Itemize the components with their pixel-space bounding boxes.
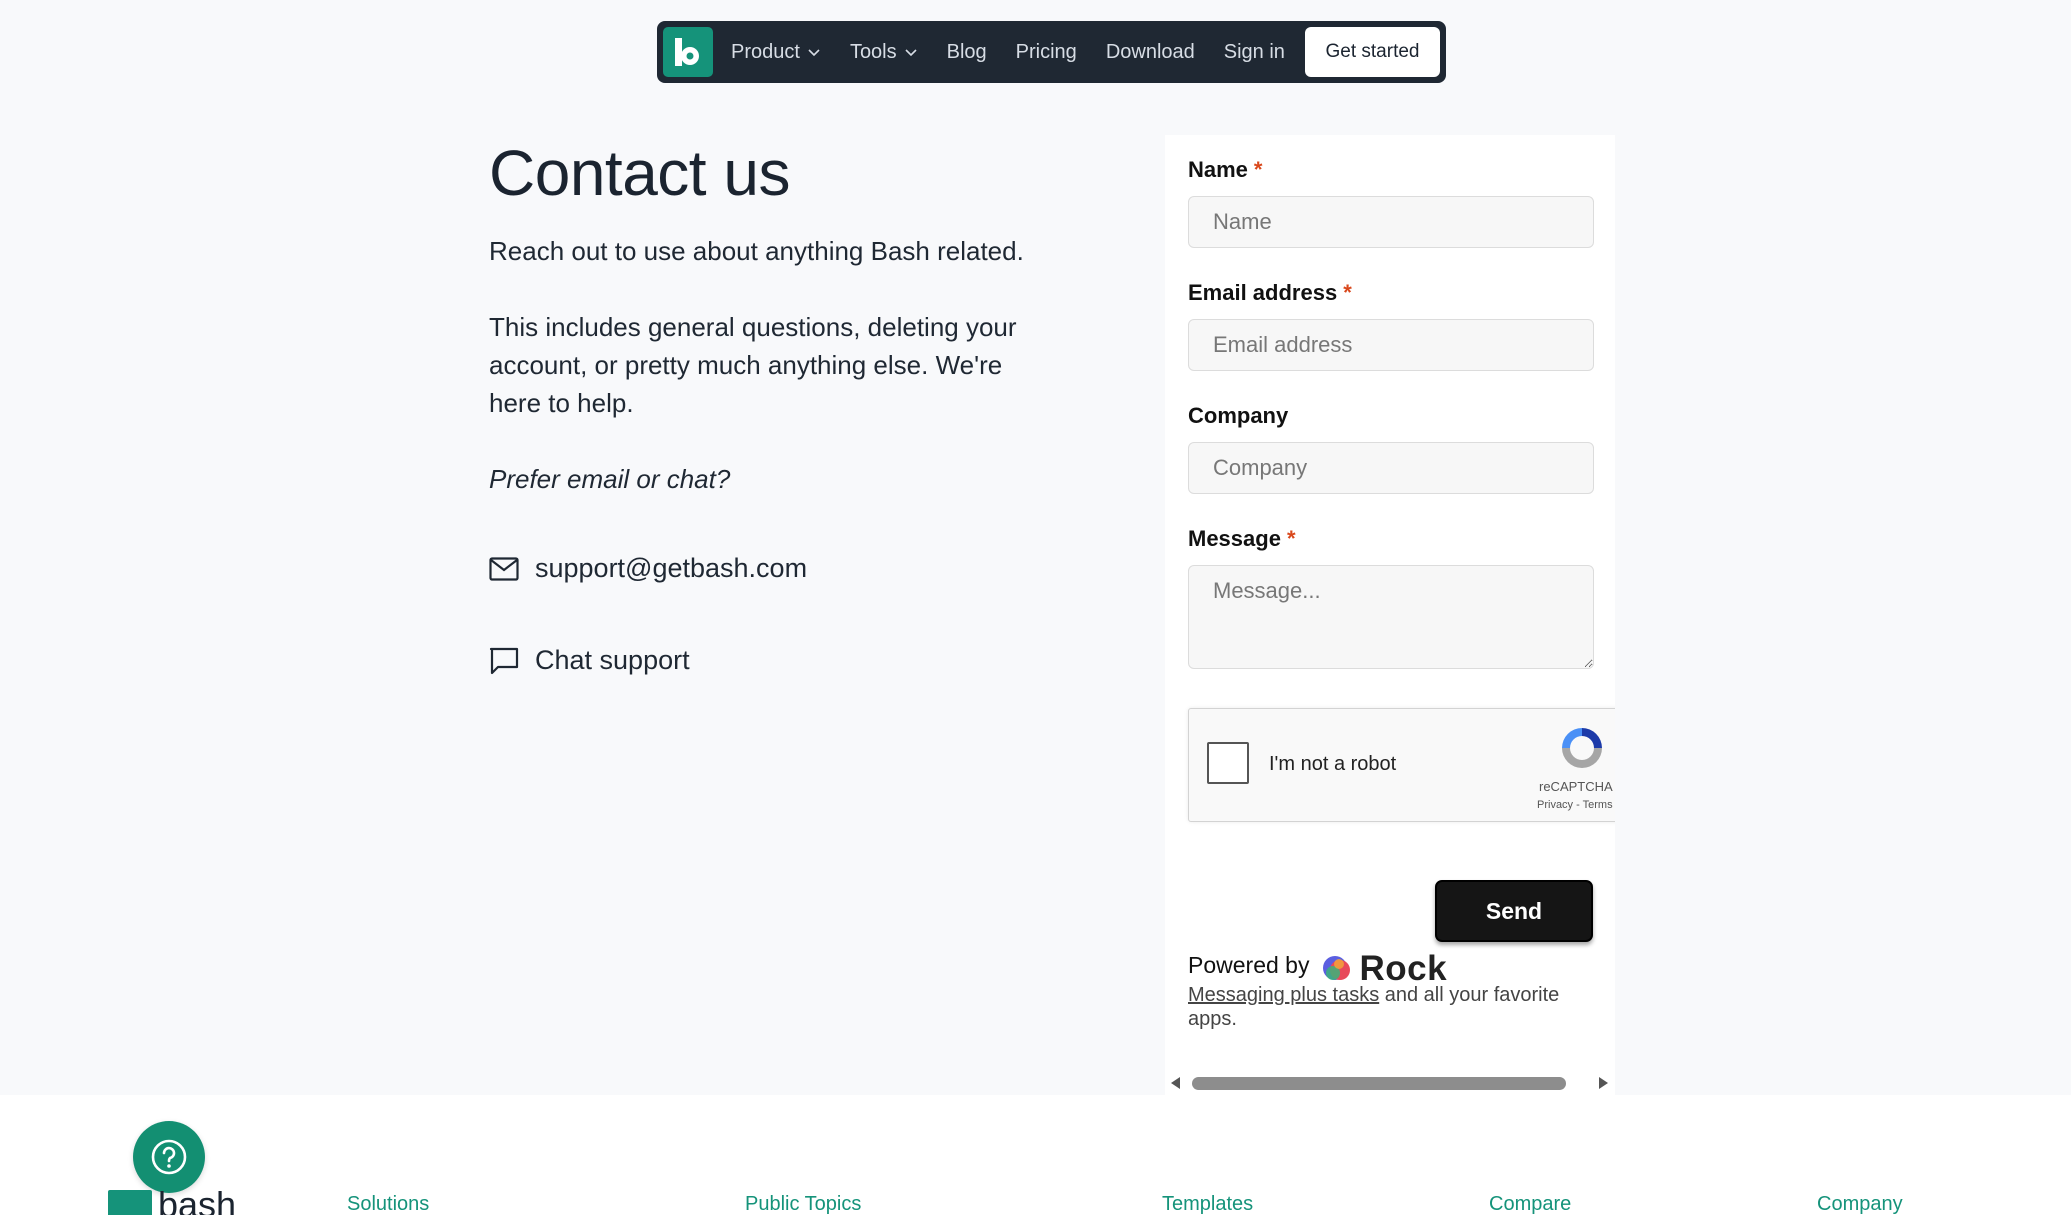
company-input[interactable] <box>1188 442 1594 494</box>
page-title: Contact us <box>489 137 790 209</box>
footer-compare[interactable]: Compare <box>1489 1193 1571 1215</box>
footer-brand: bash <box>158 1184 237 1215</box>
footer-templates[interactable]: Templates <box>1162 1193 1253 1215</box>
nav-pricing[interactable]: Pricing <box>1016 41 1077 64</box>
email-input[interactable] <box>1188 319 1594 371</box>
name-label: Name * <box>1188 157 1262 183</box>
recaptcha-icon <box>1562 728 1602 768</box>
help-button[interactable] <box>133 1121 205 1193</box>
required-marker: * <box>1286 526 1296 551</box>
bash-logo[interactable] <box>663 27 713 77</box>
send-button[interactable]: Send <box>1435 880 1593 942</box>
contact-form: Name* Email address* Company Message* I'… <box>1165 135 1615 1095</box>
nav-tools[interactable]: Tools <box>850 41 918 64</box>
chevron-down-icon <box>808 49 820 57</box>
company-label-text: Company <box>1188 403 1289 428</box>
footer-company[interactable]: Company <box>1817 1193 1903 1215</box>
email-link-text: support@getbash.com <box>535 553 808 583</box>
name-input[interactable] <box>1188 196 1594 248</box>
name-label-text: Name <box>1188 157 1248 182</box>
email-label-text: Email address <box>1188 280 1338 305</box>
contact-intro: Contact us Reach out to use about anythi… <box>489 130 1079 498</box>
intro-text: Reach out to use about anything Bash rel… <box>489 236 1024 266</box>
nav-blog[interactable]: Blog <box>947 41 987 64</box>
footer <box>0 1095 2071 1215</box>
recaptcha-widget: I'm not a robot reCAPTCHA Privacy - Term… <box>1188 708 1615 822</box>
scroll-left-icon[interactable] <box>1171 1077 1180 1089</box>
prefer-text: Prefer email or chat? <box>489 464 731 494</box>
mail-icon <box>489 556 519 581</box>
nav-tools-label: Tools <box>849 40 897 63</box>
footer-solutions[interactable]: Solutions <box>347 1193 429 1215</box>
footer-logo-mark <box>108 1190 152 1215</box>
chat-bubble-icon <box>489 647 519 674</box>
chat-support-link[interactable]: Chat support <box>489 645 690 676</box>
description-text: This includes general questions, deletin… <box>489 312 1017 418</box>
scrollbar-thumb[interactable] <box>1192 1077 1566 1090</box>
rock-logo-icon <box>1323 956 1351 980</box>
nav-download[interactable]: Download <box>1106 41 1195 64</box>
message-label: Message * <box>1188 526 1296 552</box>
email-label: Email address * <box>1188 280 1352 306</box>
nav-product-label: Product <box>731 40 800 63</box>
chat-link-text: Chat support <box>535 645 690 675</box>
powered-by: Powered by Rock <box>1188 941 1447 989</box>
bash-logo-icon <box>675 38 699 66</box>
email-support-link[interactable]: support@getbash.com <box>489 553 807 584</box>
chevron-down-icon <box>905 49 917 57</box>
required-marker: * <box>1253 157 1263 182</box>
scroll-right-icon[interactable] <box>1599 1077 1608 1089</box>
nav-product[interactable]: Product <box>731 41 821 64</box>
recaptcha-links[interactable]: Privacy - Terms <box>1537 799 1613 811</box>
promo-text: Messaging plus tasks and all your favori… <box>1188 983 1598 1031</box>
get-started-button[interactable]: Get started <box>1305 27 1440 77</box>
company-label: Company <box>1188 403 1288 429</box>
promo-link[interactable]: Messaging plus tasks <box>1188 984 1379 1006</box>
recaptcha-label: I'm not a robot <box>1269 753 1397 775</box>
footer-public-topics[interactable]: Public Topics <box>745 1193 861 1215</box>
message-label-text: Message <box>1188 526 1281 551</box>
nav-sign-in[interactable]: Sign in <box>1224 41 1285 64</box>
message-textarea[interactable] <box>1188 565 1594 669</box>
top-nav: Product Tools Blog Pricing Download Sign… <box>657 21 1446 83</box>
powered-by-text: Powered by <box>1188 951 1310 978</box>
required-marker: * <box>1343 280 1352 305</box>
recaptcha-brand: reCAPTCHA <box>1539 779 1613 794</box>
footer-logo[interactable]: bash <box>108 1184 237 1215</box>
help-question-icon <box>151 1139 187 1175</box>
horizontal-scrollbar[interactable] <box>1165 1072 1615 1094</box>
recaptcha-checkbox[interactable] <box>1207 742 1249 784</box>
